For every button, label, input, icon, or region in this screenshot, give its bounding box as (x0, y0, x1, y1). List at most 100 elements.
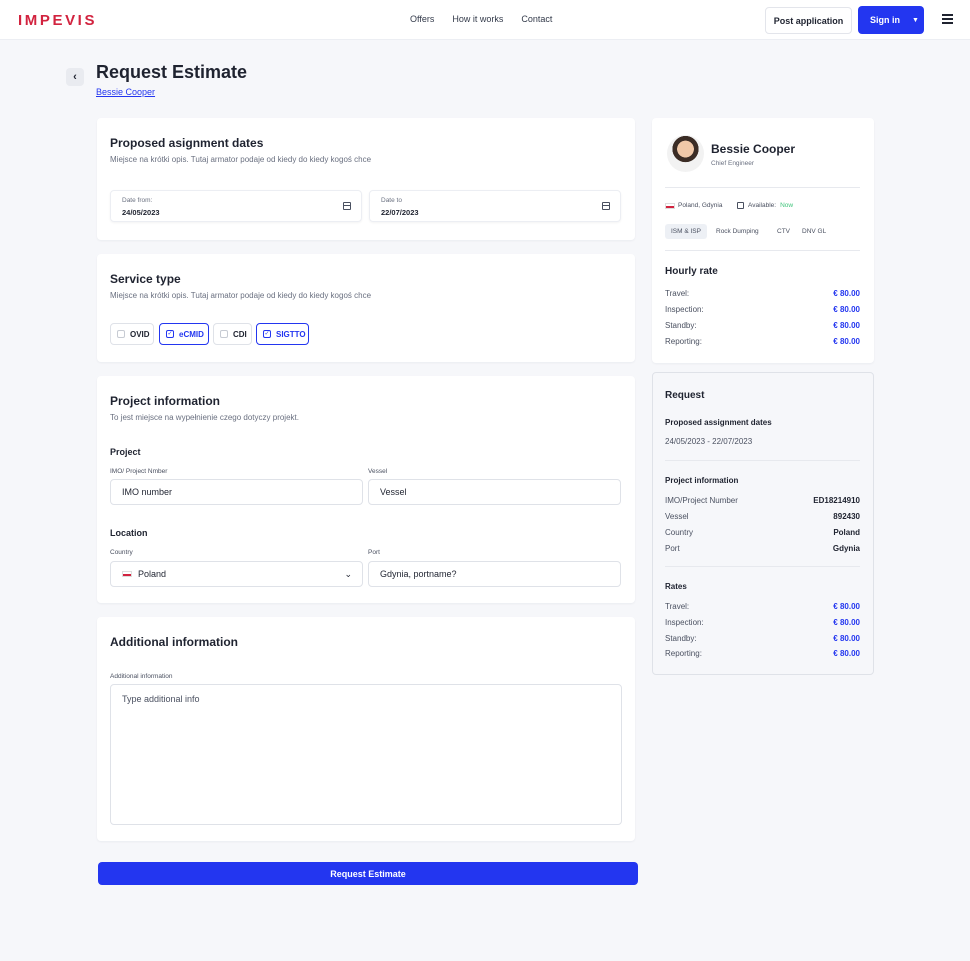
additional-info-title: Additional information (110, 635, 238, 649)
summary-value: ED18214910 (813, 496, 860, 505)
rate-label: Reporting: (665, 337, 702, 346)
request-dates-value: 24/05/2023 - 22/07/2023 (665, 437, 753, 446)
profile-availability: Available: Now (737, 202, 793, 209)
rate-row: Inspection: € 80.00 (665, 305, 860, 314)
vessel-label: Vessel (368, 468, 388, 475)
rate-label: Travel: (665, 602, 690, 611)
divider (665, 566, 860, 567)
calendar-icon (737, 202, 744, 209)
request-dates-title: Proposed assignment dates (665, 418, 772, 427)
service-option-label: eCMID (179, 329, 204, 339)
brand-logo[interactable]: IMPEVIS (18, 12, 97, 29)
chevron-down-icon: ⌄ (344, 569, 352, 579)
service-checkbox-ovid[interactable]: OVID (110, 323, 154, 345)
profile-location: Poland, Gdynia (665, 202, 722, 209)
rate-value: € 80.00 (833, 337, 860, 346)
rate-label: Inspection: (665, 618, 704, 627)
additional-info-textarea[interactable]: Type additional info (110, 684, 622, 825)
project-section-title: Project (110, 447, 141, 457)
summary-label: Vessel (665, 512, 689, 521)
rate-value: € 80.00 (833, 634, 860, 643)
service-option-label: SIGTTO (276, 329, 306, 339)
sign-in-label: Sign in (870, 15, 900, 25)
page-title: Request Estimate (96, 62, 248, 82)
vessel-input[interactable]: Vessel (368, 479, 621, 505)
chevron-left-icon: ‹ (73, 71, 77, 83)
rate-row: Reporting: € 80.00 (665, 337, 860, 346)
expert-name-link[interactable]: Bessie Cooper (96, 87, 155, 97)
divider (665, 187, 860, 188)
date-to-value: 22/07/2023 (381, 208, 419, 217)
checkmark-icon: ✓ (263, 330, 271, 338)
request-rates-title: Rates (665, 582, 687, 591)
skill-tag: Rock Dumping (716, 228, 759, 235)
rate-label: Travel: (665, 289, 690, 298)
rate-label: Standby: (665, 321, 697, 330)
summary-label: Port (665, 544, 680, 553)
available-value: Now (780, 202, 794, 209)
imo-label: IMO/ Project Nmber (110, 468, 168, 475)
avatar (667, 135, 704, 172)
skill-tag: CTV (777, 228, 790, 235)
summary-row: IMO/Project Number ED18214910 (665, 496, 860, 505)
service-checkbox-sigtto[interactable]: ✓ SIGTTO (256, 323, 309, 345)
poland-flag-icon (665, 202, 675, 209)
nav-link-offers[interactable]: Offers (410, 14, 434, 24)
port-label: Port (368, 549, 380, 556)
poland-flag-icon (122, 571, 132, 577)
date-to-field[interactable]: Date to 22/07/2023 (369, 190, 621, 222)
country-value: Poland (138, 569, 167, 579)
calendar-icon[interactable] (343, 202, 351, 210)
summary-value: Gdynia (832, 544, 860, 553)
date-from-value: 24/05/2023 (122, 208, 160, 217)
skill-tag: DNV GL (802, 228, 827, 235)
dates-card: Proposed asignment dates Miejsce na krót… (97, 118, 635, 240)
date-from-field[interactable]: Date from: 24/05/2023 (110, 190, 362, 222)
post-application-button[interactable]: Post application (765, 7, 852, 34)
sign-in-button[interactable]: Sign in ▼ (858, 6, 924, 34)
rate-value: € 80.00 (833, 618, 860, 627)
rate-value: € 80.00 (833, 321, 860, 330)
skill-tag: ISM & ISP (665, 224, 707, 239)
divider (665, 250, 860, 251)
rate-value: € 80.00 (833, 305, 860, 314)
nav-link-contact[interactable]: Contact (521, 14, 552, 24)
rate-row: Reporting: € 80.00 (665, 649, 860, 658)
dates-card-title: Proposed asignment dates (110, 136, 264, 150)
service-option-label: CDI (233, 329, 247, 339)
nav-link-how-it-works[interactable]: How it works (452, 14, 503, 24)
imo-number-input[interactable]: IMO number (110, 479, 363, 505)
checkmark-icon: ✓ (166, 330, 174, 338)
service-checkbox-cdi[interactable]: CDI (213, 323, 252, 345)
service-type-card: Service type Miejsce na krótki opis. Tut… (97, 254, 635, 362)
rate-label: Reporting: (665, 649, 702, 658)
rate-row: Travel: € 80.00 (665, 289, 860, 298)
top-navigation-bar: IMPEVIS Offers How it works Contact Post… (0, 0, 970, 40)
dates-card-description: Miejsce na krótki opis. Tutaj armator po… (110, 155, 372, 164)
project-info-title: Project information (110, 394, 221, 408)
checkbox-icon (117, 330, 125, 338)
country-select[interactable]: Poland ⌄ (110, 561, 363, 587)
date-to-label: Date to (381, 197, 402, 204)
rate-row: Standby: € 80.00 (665, 634, 860, 643)
rate-row: Standby: € 80.00 (665, 321, 860, 330)
calendar-icon[interactable] (602, 202, 610, 210)
rate-row: Travel: € 80.00 (665, 602, 860, 611)
date-from-label: Date from: (122, 197, 153, 204)
country-label: Country (110, 549, 133, 556)
summary-value: Poland (833, 528, 860, 537)
rate-value: € 80.00 (833, 289, 860, 298)
request-estimate-button[interactable]: Request Estimate (98, 862, 638, 885)
main-nav: Offers How it works Contact (410, 14, 570, 24)
summary-value: 892430 (833, 512, 860, 521)
request-title: Request (665, 390, 705, 401)
menu-icon[interactable] (942, 14, 953, 24)
location-section-title: Location (110, 528, 148, 538)
additional-info-label: Additional information (110, 673, 173, 680)
port-input[interactable]: Gdynia, portname? (368, 561, 621, 587)
summary-label: IMO/Project Number (665, 496, 738, 505)
summary-row: Vessel 892430 (665, 512, 860, 521)
back-button[interactable]: ‹ (66, 68, 84, 86)
rate-value: € 80.00 (833, 602, 860, 611)
service-checkbox-ecmid[interactable]: ✓ eCMID (159, 323, 209, 345)
